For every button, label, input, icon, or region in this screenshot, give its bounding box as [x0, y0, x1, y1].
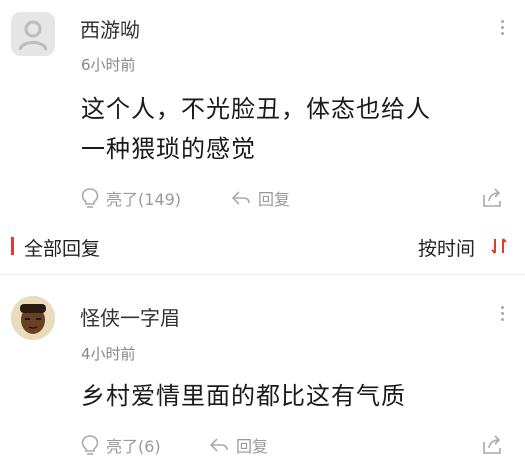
reply-button[interactable]: 回复 — [208, 431, 268, 459]
reply-arrow-icon — [209, 438, 228, 452]
reply-label: 回复 — [236, 437, 269, 456]
share-button[interactable] — [481, 184, 509, 212]
more-icon[interactable] — [499, 306, 505, 326]
like-count-label: 亮了(6) — [106, 437, 161, 456]
reply-button[interactable]: 回复 — [230, 184, 290, 212]
comment-text: 这个人，不光脸丑，体态也给人 一种猥琐的感觉 — [81, 89, 501, 169]
avatar[interactable] — [11, 12, 55, 56]
comment-item: 怪侠一字眉 4小时前 乡村爱情里面的都比这有气质 亮了(6) 回复 — [0, 286, 525, 461]
sort-icon[interactable] — [489, 236, 509, 256]
divider — [0, 274, 525, 275]
share-button[interactable] — [481, 431, 509, 459]
share-icon — [483, 435, 501, 454]
timestamp: 6小时前 — [81, 56, 136, 74]
avatar[interactable] — [11, 296, 55, 340]
timestamp: 4小时前 — [81, 345, 136, 363]
user-photo-avatar — [11, 296, 55, 340]
like-count-label: 亮了(149) — [106, 190, 182, 209]
reply-arrow-icon — [231, 191, 250, 205]
username[interactable]: 西游呦 — [80, 14, 140, 43]
comment-actions: 亮了(149) 回复 — [80, 184, 509, 214]
like-button[interactable]: 亮了(6) — [80, 431, 161, 459]
section-title: 全部回复 — [24, 238, 101, 260]
comment-item: 西游呦 6小时前 这个人，不光脸丑，体态也给人 一种猥琐的感觉 亮了(149) … — [0, 0, 525, 222]
section-accent-bar — [11, 237, 14, 255]
comment-text: 乡村爱情里面的都比这有气质 — [81, 376, 501, 416]
like-bulb-icon — [81, 435, 99, 455]
like-button[interactable]: 亮了(149) — [80, 184, 181, 212]
more-icon[interactable] — [499, 20, 505, 40]
comment-line: 一种猥琐的感觉 — [81, 135, 256, 163]
username[interactable]: 怪侠一字眉 — [80, 302, 180, 331]
like-bulb-icon — [81, 188, 99, 208]
share-icon — [483, 188, 501, 207]
sort-button[interactable]: 按时间 — [418, 234, 475, 261]
reply-label: 回复 — [258, 190, 291, 209]
comment-line: 乡村爱情里面的都比这有气质 — [81, 382, 406, 410]
comment-actions: 亮了(6) 回复 — [80, 431, 509, 461]
comment-line: 这个人，不光脸丑，体态也给人 — [81, 95, 431, 123]
all-replies-header: 全部回复 按时间 — [0, 222, 525, 274]
default-avatar-icon — [11, 12, 55, 56]
